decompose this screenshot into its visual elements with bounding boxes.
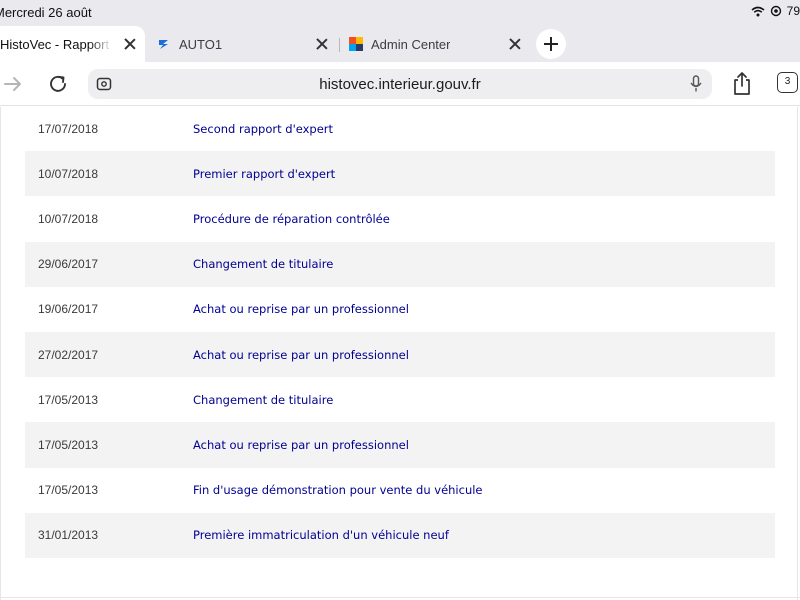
history-date: 19/06/2017 <box>38 302 99 317</box>
frame-border <box>0 107 1 600</box>
tab-title: Admin Center <box>371 36 451 52</box>
history-row: 31/01/2013 Première immatriculation d'un… <box>25 512 775 558</box>
history-event: Achat ou reprise par un professionnel <box>193 347 409 362</box>
office-favicon-icon <box>349 37 363 51</box>
history-row: 17/05/2013 Fin d'usage démonstration pou… <box>25 468 775 513</box>
frame-border <box>797 107 798 600</box>
tab-auto1[interactable]: AUTO1 <box>157 26 337 62</box>
tab-separator <box>339 38 340 52</box>
history-event: Changement de titulaire <box>193 392 334 407</box>
wifi-icon <box>751 6 765 16</box>
history-row: 10/07/2018 Procédure de réparation contr… <box>25 196 775 241</box>
history-date: 29/06/2017 <box>38 257 99 272</box>
history-row: 17/05/2013 Achat ou reprise par un profe… <box>25 422 775 468</box>
tab-title: HistoVec - Rapport vendeur <box>0 36 112 52</box>
tab-bar: HistoVec - Rapport vendeur AUTO1 Admin C… <box>0 26 800 62</box>
history-event: Achat ou reprise par un professionnel <box>193 302 409 317</box>
history-event: Changement de titulaire <box>193 257 334 272</box>
history-row: 17/05/2013 Changement de titulaire <box>25 377 775 422</box>
history-event: Achat ou reprise par un professionnel <box>193 437 409 452</box>
status-indicators: 79 <box>751 4 800 18</box>
new-tab-button[interactable] <box>536 29 566 59</box>
status-bar: Mercredi 26 août 79 <box>0 0 800 26</box>
history-date: 17/07/2018 <box>38 121 99 136</box>
close-icon[interactable] <box>314 36 330 52</box>
browser-toolbar: histovec.interieur.gouv.fr 3 <box>0 62 800 106</box>
history-event: Première immatriculation d'un véhicule n… <box>193 528 449 543</box>
tab-count-button[interactable]: 3 <box>777 72 798 93</box>
close-icon[interactable] <box>507 36 523 52</box>
history-date: 17/05/2013 <box>38 483 99 498</box>
tab-title: AUTO1 <box>179 36 223 52</box>
address-bar[interactable]: histovec.interieur.gouv.fr <box>88 69 712 99</box>
history-row: 10/07/2018 Premier rapport d'expert <box>25 151 775 197</box>
history-date: 17/05/2013 <box>38 437 99 452</box>
history-date: 31/01/2013 <box>38 528 99 543</box>
status-date: Mercredi 26 août <box>0 5 92 20</box>
history-table: 17/07/2018 Second rapport d'expert 10/07… <box>25 106 775 558</box>
history-date: 10/07/2018 <box>38 166 99 181</box>
page-content: 17/07/2018 Second rapport d'expert 10/07… <box>0 107 800 600</box>
close-icon[interactable] <box>122 36 138 52</box>
history-row: 29/06/2017 Changement de titulaire <box>25 241 775 287</box>
history-row: 17/07/2018 Second rapport d'expert <box>25 106 775 151</box>
tab-histovec[interactable]: HistoVec - Rapport vendeur <box>0 26 145 62</box>
history-date: 27/02/2017 <box>38 347 99 362</box>
history-row: 27/02/2017 Achat ou reprise par un profe… <box>25 331 775 378</box>
auto1-favicon-icon <box>159 40 168 49</box>
reload-icon[interactable] <box>47 73 69 95</box>
history-event: Premier rapport d'expert <box>193 166 336 181</box>
history-event: Procédure de réparation contrôlée <box>193 211 390 226</box>
url-text: histovec.interieur.gouv.fr <box>319 76 481 93</box>
location-lock-icon <box>770 5 781 17</box>
tab-admin-center[interactable]: Admin Center <box>349 26 529 62</box>
history-date: 10/07/2018 <box>38 211 99 226</box>
share-icon[interactable] <box>731 71 753 96</box>
microphone-icon[interactable] <box>690 75 702 93</box>
forward-arrow-icon[interactable] <box>3 74 23 94</box>
history-event: Fin d'usage démonstration pour vente du … <box>193 483 483 498</box>
history-row: 19/06/2017 Achat ou reprise par un profe… <box>25 287 775 332</box>
history-event: Second rapport d'expert <box>193 121 334 136</box>
battery-percent: 79 <box>786 4 800 18</box>
history-date: 17/05/2013 <box>38 392 99 407</box>
frame-border <box>0 597 800 598</box>
